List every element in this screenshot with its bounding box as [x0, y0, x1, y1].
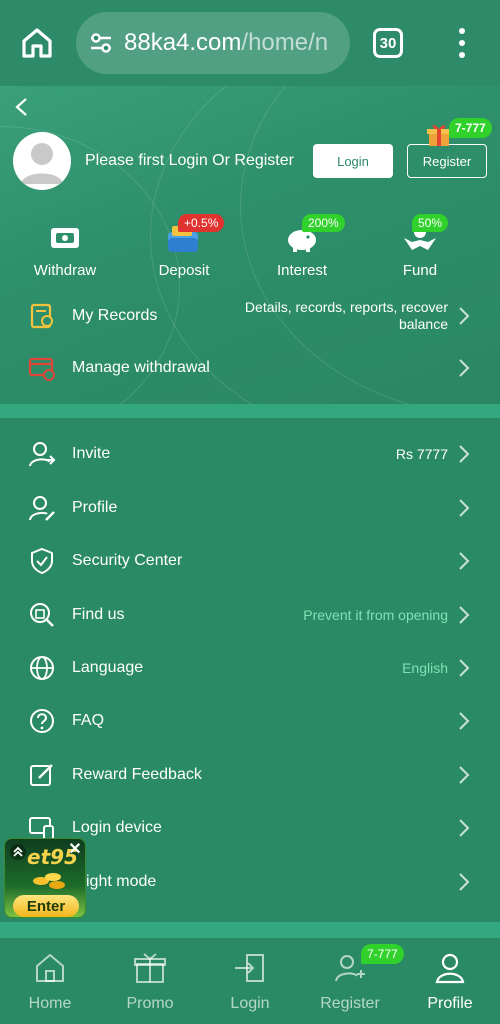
menu-security-center[interactable]: Security Center [0, 535, 500, 587]
invite-user-icon [29, 442, 56, 467]
chevron-right-icon [459, 552, 470, 570]
chevron-right-icon [459, 307, 470, 325]
fund-badge: 50% [412, 214, 449, 232]
nav-promo[interactable]: Promo [100, 952, 200, 1013]
back-arrow-icon[interactable] [12, 96, 32, 118]
chevron-right-icon [459, 659, 470, 677]
nav-promo-label: Promo [126, 995, 174, 1012]
menu-invite[interactable]: Invite Rs 7777 [0, 428, 500, 480]
manage-withdrawal-label: Manage withdrawal [72, 359, 210, 376]
menu-invite-label: Invite [72, 445, 111, 462]
collapse-up-icon[interactable] [9, 843, 27, 861]
menu-faq[interactable]: FAQ [0, 695, 500, 747]
menu-find-us[interactable]: Find us Prevent it from opening [0, 589, 500, 641]
register-button[interactable]: Register [407, 144, 487, 178]
login-button[interactable]: Login [313, 144, 393, 178]
nav-home-label: Home [28, 995, 72, 1012]
chevron-right-icon [459, 499, 470, 517]
default-avatar-icon [21, 143, 63, 184]
nav-profile-label: Profile [427, 995, 473, 1012]
menu-night-mode-label: ight mode [86, 873, 157, 890]
tab-switcher-button[interactable]: 30 [373, 28, 403, 58]
menu-language-label: Language [72, 659, 144, 676]
menu-reward-feedback-label: Reward Feedback [72, 766, 202, 783]
floating-promo-ad[interactable]: et95 Enter ✕ [4, 838, 86, 918]
globe-icon [30, 656, 54, 680]
menu-find-us-label: Find us [72, 606, 125, 623]
chevron-right-icon [459, 445, 470, 463]
fund-action[interactable]: 50% Fund [375, 214, 465, 279]
gift-box-icon [134, 953, 166, 983]
url-path: /home/n [241, 29, 329, 56]
profile-edit-icon [29, 496, 55, 521]
shield-check-icon [31, 547, 53, 575]
interest-badge: 200% [302, 214, 345, 232]
menu-reward-feedback[interactable]: Reward Feedback [0, 749, 500, 801]
gold-coins-icon [33, 873, 65, 889]
close-icon[interactable]: ✕ [67, 842, 83, 858]
my-records-description-line1: Details, records, reports, recover [244, 299, 448, 315]
login-door-icon [235, 954, 264, 982]
my-records-row[interactable]: My Records Details, records, reports, re… [0, 290, 500, 342]
nav-login[interactable]: Login [200, 952, 300, 1013]
deposit-badge: +0.5% [178, 214, 225, 232]
bottom-navigation: Home Promo Login Register Profile [0, 938, 500, 1024]
menu-language[interactable]: Language English [0, 642, 500, 694]
section-divider [0, 404, 500, 418]
menu-faq-label: FAQ [72, 712, 105, 729]
nav-profile[interactable]: Profile [400, 952, 500, 1013]
nav-login-label: Login [230, 995, 270, 1012]
address-bar[interactable]: 88ka4.com/home/n [76, 12, 350, 74]
chevron-right-icon [459, 606, 470, 624]
records-icon [30, 303, 53, 329]
menu-profile[interactable]: Profile [0, 482, 500, 534]
avatar[interactable] [13, 132, 71, 190]
my-records-label: My Records [72, 307, 158, 324]
my-records-description: Details, records, reports, recover balan… [245, 299, 448, 333]
edit-square-icon [30, 764, 53, 786]
browser-toolbar: 88ka4.com/home/n 30 [0, 0, 500, 86]
browser-menu-icon[interactable] [452, 26, 472, 60]
chevron-right-icon [459, 766, 470, 784]
home-icon [36, 953, 64, 982]
promo-enter-button[interactable]: Enter [13, 895, 79, 917]
chevron-right-icon [459, 359, 470, 377]
menu-security-center-label: Security Center [72, 552, 183, 569]
section-divider [0, 922, 500, 938]
nav-home[interactable]: Home [0, 952, 100, 1013]
language-value: English [402, 660, 448, 676]
nav-register-label: Register [320, 995, 380, 1012]
withdraw-icon [51, 228, 79, 248]
account-header: Please first Login Or Register Login Reg… [0, 86, 500, 404]
withdraw-action[interactable]: Withdraw [20, 222, 110, 279]
fund-label: Fund [402, 262, 438, 279]
interest-action[interactable]: 200% Interest [257, 214, 347, 279]
chevron-right-icon [459, 819, 470, 837]
login-prompt-text: Please first Login Or Register [85, 152, 294, 169]
question-circle-icon [30, 709, 54, 733]
manage-withdrawal-row[interactable]: Manage withdrawal [0, 342, 500, 394]
home-icon[interactable] [20, 26, 54, 60]
chevron-right-icon [459, 873, 470, 891]
profile-icon [435, 953, 465, 984]
deposit-action[interactable]: +0.5% Deposit [139, 214, 229, 279]
interest-label: Interest [276, 262, 328, 279]
withdraw-label: Withdraw [33, 262, 97, 279]
chevron-right-icon [459, 712, 470, 730]
deposit-label: Deposit [158, 262, 210, 279]
site-settings-icon[interactable] [88, 30, 114, 56]
menu-profile-label: Profile [72, 499, 118, 516]
my-records-description-line2: balance [398, 316, 448, 332]
invite-reward-value: Rs 7777 [395, 446, 448, 462]
menu-login-device-label: Login device [72, 819, 162, 836]
search-building-icon [30, 603, 54, 627]
card-settings-icon [28, 357, 55, 381]
url-domain: 88ka4.com [124, 29, 242, 56]
url-text: 88ka4.com/home/n [124, 29, 328, 57]
find-us-value: Prevent it from opening [303, 607, 448, 623]
register-bonus-badge: 7-777 [449, 118, 492, 138]
register-bonus-badge: 7-777 [361, 944, 404, 964]
